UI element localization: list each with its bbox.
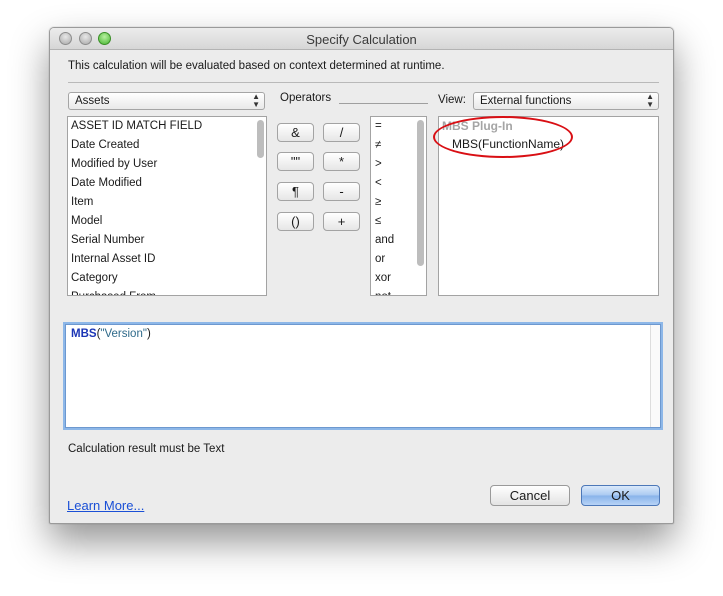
learn-more-link[interactable]: Learn More...: [67, 498, 144, 513]
context-description: This calculation will be evaluated based…: [68, 60, 445, 72]
comparison-operator-list[interactable]: = ≠ > < ≥ ≤ and or xor not: [370, 116, 427, 296]
list-item[interactable]: Modified by User: [68, 155, 266, 174]
operator-ampersand-button[interactable]: &: [277, 123, 314, 142]
list-item[interactable]: xor: [371, 269, 426, 288]
operator-plus-button[interactable]: +: [323, 212, 360, 231]
formula-close-paren: ): [146, 328, 151, 340]
popup-arrows-icon: ▲ ▼: [252, 92, 260, 109]
popup-arrows-icon: ▲ ▼: [646, 92, 654, 109]
operator-multiply-button[interactable]: *: [323, 152, 360, 171]
cancel-button[interactable]: Cancel: [490, 485, 570, 506]
operator-minus-button[interactable]: -: [323, 182, 360, 201]
operator-divide-button[interactable]: /: [323, 123, 360, 142]
operator-parentheses-button[interactable]: (): [277, 212, 314, 231]
list-item[interactable]: Internal Asset ID: [68, 250, 266, 269]
view-popup[interactable]: External functions ▲ ▼: [473, 92, 659, 110]
field-list-scrollbar[interactable]: [257, 120, 264, 158]
table-occurrence-popup[interactable]: Assets ▲ ▼: [68, 92, 265, 110]
list-item[interactable]: Model: [68, 212, 266, 231]
list-item[interactable]: Date Modified: [68, 174, 266, 193]
field-list[interactable]: ASSET ID MATCH FIELD Date Created Modifi…: [67, 116, 267, 296]
operators-label: Operators: [280, 92, 332, 104]
list-item[interactable]: not: [371, 288, 426, 295]
divider: [68, 82, 659, 83]
title-bar: Specify Calculation: [50, 28, 673, 50]
list-item[interactable]: Date Created: [68, 136, 266, 155]
list-item[interactable]: Serial Number: [68, 231, 266, 250]
view-popup-value: External functions: [480, 95, 572, 107]
window-title: Specify Calculation: [306, 32, 417, 47]
formula-scrollbar[interactable]: [650, 325, 660, 427]
formula-argument: "Version": [100, 328, 147, 340]
operator-quotes-button[interactable]: "": [277, 152, 314, 171]
operator-pilcrow-button[interactable]: ¶: [277, 182, 314, 201]
list-item[interactable]: ASSET ID MATCH FIELD: [68, 117, 266, 136]
annotation-oval: [433, 116, 573, 158]
formula-function: MBS: [71, 328, 97, 340]
list-item[interactable]: Category: [68, 269, 266, 288]
table-occurrence-value: Assets: [75, 95, 110, 107]
operator-list-scrollbar[interactable]: [417, 120, 424, 266]
result-type-text: Calculation result must be Text: [68, 443, 225, 455]
specify-calculation-dialog: Specify Calculation This calculation wil…: [49, 27, 674, 524]
list-item[interactable]: Item: [68, 193, 266, 212]
ok-button[interactable]: OK: [581, 485, 660, 506]
operators-rule: [339, 103, 428, 104]
formula-editor[interactable]: MBS("Version"): [65, 324, 661, 428]
view-label: View:: [438, 94, 466, 106]
formula-text: MBS("Version"): [71, 328, 151, 340]
list-item[interactable]: Purchased From: [68, 288, 266, 295]
